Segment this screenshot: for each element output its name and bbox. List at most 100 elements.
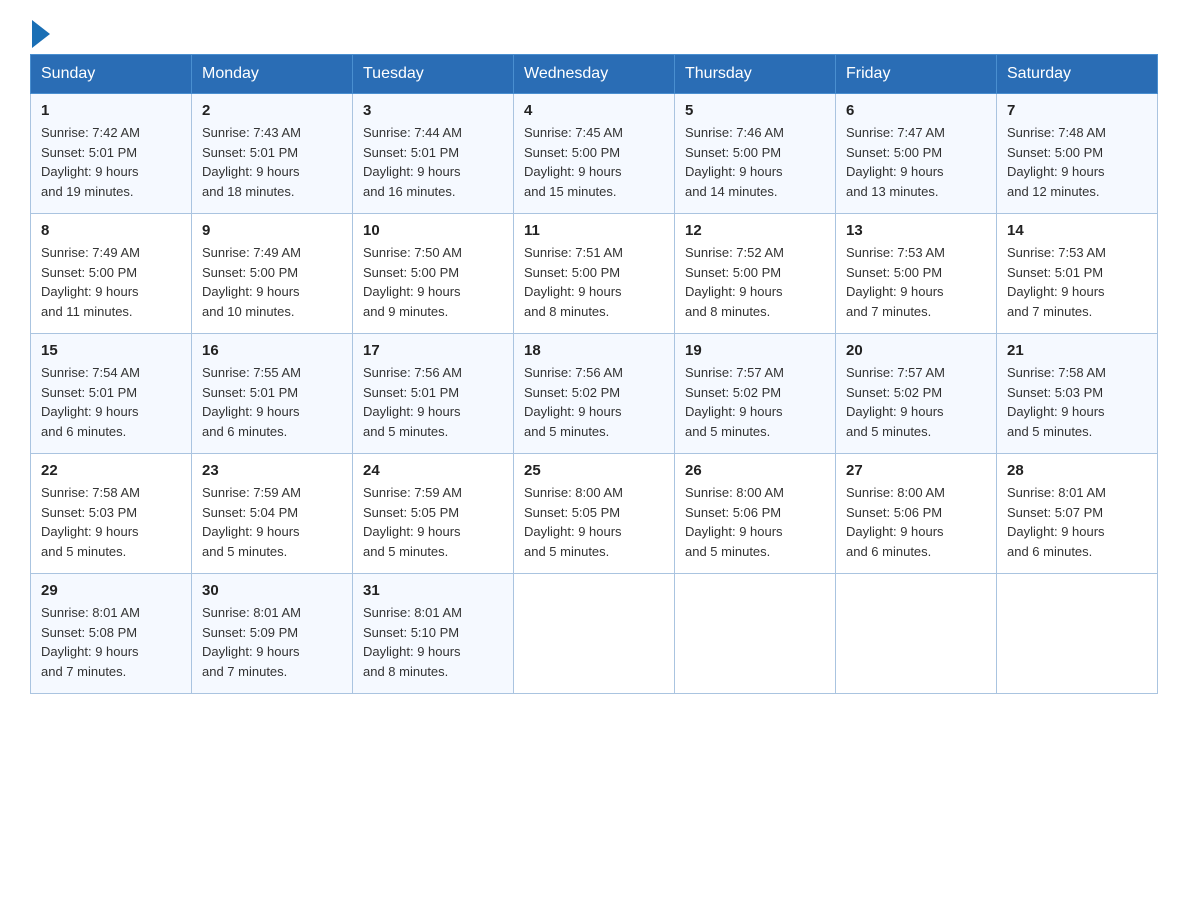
calendar-cell: 2 Sunrise: 7:43 AMSunset: 5:01 PMDayligh… (192, 94, 353, 214)
day-info: Sunrise: 7:54 AMSunset: 5:01 PMDaylight:… (41, 363, 181, 441)
day-number: 1 (41, 102, 181, 119)
day-info: Sunrise: 8:00 AMSunset: 5:06 PMDaylight:… (846, 483, 986, 561)
day-number: 10 (363, 222, 503, 239)
calendar-cell: 12 Sunrise: 7:52 AMSunset: 5:00 PMDaylig… (675, 214, 836, 334)
calendar-cell: 19 Sunrise: 7:57 AMSunset: 5:02 PMDaylig… (675, 334, 836, 454)
calendar-table: SundayMondayTuesdayWednesdayThursdayFrid… (30, 54, 1158, 694)
calendar-cell (675, 574, 836, 694)
day-number: 27 (846, 462, 986, 479)
calendar-cell: 26 Sunrise: 8:00 AMSunset: 5:06 PMDaylig… (675, 454, 836, 574)
calendar-cell: 4 Sunrise: 7:45 AMSunset: 5:00 PMDayligh… (514, 94, 675, 214)
calendar-cell: 14 Sunrise: 7:53 AMSunset: 5:01 PMDaylig… (997, 214, 1158, 334)
calendar-cell: 7 Sunrise: 7:48 AMSunset: 5:00 PMDayligh… (997, 94, 1158, 214)
day-number: 23 (202, 462, 342, 479)
calendar-cell: 21 Sunrise: 7:58 AMSunset: 5:03 PMDaylig… (997, 334, 1158, 454)
day-info: Sunrise: 7:56 AMSunset: 5:02 PMDaylight:… (524, 363, 664, 441)
page-header (30, 24, 1158, 44)
calendar-week-row: 22 Sunrise: 7:58 AMSunset: 5:03 PMDaylig… (31, 454, 1158, 574)
calendar-cell: 23 Sunrise: 7:59 AMSunset: 5:04 PMDaylig… (192, 454, 353, 574)
logo (30, 24, 50, 44)
calendar-week-row: 1 Sunrise: 7:42 AMSunset: 5:01 PMDayligh… (31, 94, 1158, 214)
day-number: 19 (685, 342, 825, 359)
day-number: 21 (1007, 342, 1147, 359)
day-number: 16 (202, 342, 342, 359)
day-number: 2 (202, 102, 342, 119)
day-number: 26 (685, 462, 825, 479)
day-info: Sunrise: 8:01 AMSunset: 5:07 PMDaylight:… (1007, 483, 1147, 561)
day-info: Sunrise: 7:46 AMSunset: 5:00 PMDaylight:… (685, 123, 825, 201)
calendar-cell: 22 Sunrise: 7:58 AMSunset: 5:03 PMDaylig… (31, 454, 192, 574)
day-info: Sunrise: 7:52 AMSunset: 5:00 PMDaylight:… (685, 243, 825, 321)
day-number: 8 (41, 222, 181, 239)
day-info: Sunrise: 7:44 AMSunset: 5:01 PMDaylight:… (363, 123, 503, 201)
day-number: 9 (202, 222, 342, 239)
calendar-cell: 9 Sunrise: 7:49 AMSunset: 5:00 PMDayligh… (192, 214, 353, 334)
calendar-cell (514, 574, 675, 694)
day-number: 13 (846, 222, 986, 239)
calendar-cell: 13 Sunrise: 7:53 AMSunset: 5:00 PMDaylig… (836, 214, 997, 334)
day-number: 20 (846, 342, 986, 359)
day-info: Sunrise: 7:58 AMSunset: 5:03 PMDaylight:… (1007, 363, 1147, 441)
day-number: 5 (685, 102, 825, 119)
day-info: Sunrise: 8:01 AMSunset: 5:08 PMDaylight:… (41, 603, 181, 681)
day-info: Sunrise: 7:56 AMSunset: 5:01 PMDaylight:… (363, 363, 503, 441)
day-number: 30 (202, 582, 342, 599)
col-header-friday: Friday (836, 55, 997, 94)
day-number: 29 (41, 582, 181, 599)
col-header-wednesday: Wednesday (514, 55, 675, 94)
calendar-cell: 6 Sunrise: 7:47 AMSunset: 5:00 PMDayligh… (836, 94, 997, 214)
day-info: Sunrise: 8:00 AMSunset: 5:05 PMDaylight:… (524, 483, 664, 561)
calendar-cell: 24 Sunrise: 7:59 AMSunset: 5:05 PMDaylig… (353, 454, 514, 574)
calendar-cell: 1 Sunrise: 7:42 AMSunset: 5:01 PMDayligh… (31, 94, 192, 214)
day-number: 14 (1007, 222, 1147, 239)
day-info: Sunrise: 7:49 AMSunset: 5:00 PMDaylight:… (202, 243, 342, 321)
calendar-cell: 31 Sunrise: 8:01 AMSunset: 5:10 PMDaylig… (353, 574, 514, 694)
day-info: Sunrise: 7:42 AMSunset: 5:01 PMDaylight:… (41, 123, 181, 201)
calendar-cell: 15 Sunrise: 7:54 AMSunset: 5:01 PMDaylig… (31, 334, 192, 454)
calendar-cell: 16 Sunrise: 7:55 AMSunset: 5:01 PMDaylig… (192, 334, 353, 454)
calendar-week-row: 8 Sunrise: 7:49 AMSunset: 5:00 PMDayligh… (31, 214, 1158, 334)
day-info: Sunrise: 7:57 AMSunset: 5:02 PMDaylight:… (846, 363, 986, 441)
day-number: 18 (524, 342, 664, 359)
day-info: Sunrise: 7:53 AMSunset: 5:01 PMDaylight:… (1007, 243, 1147, 321)
day-info: Sunrise: 7:59 AMSunset: 5:04 PMDaylight:… (202, 483, 342, 561)
day-number: 7 (1007, 102, 1147, 119)
calendar-header-row: SundayMondayTuesdayWednesdayThursdayFrid… (31, 55, 1158, 94)
day-info: Sunrise: 7:50 AMSunset: 5:00 PMDaylight:… (363, 243, 503, 321)
calendar-week-row: 15 Sunrise: 7:54 AMSunset: 5:01 PMDaylig… (31, 334, 1158, 454)
day-number: 3 (363, 102, 503, 119)
col-header-tuesday: Tuesday (353, 55, 514, 94)
day-info: Sunrise: 8:01 AMSunset: 5:09 PMDaylight:… (202, 603, 342, 681)
col-header-sunday: Sunday (31, 55, 192, 94)
day-number: 31 (363, 582, 503, 599)
calendar-cell (836, 574, 997, 694)
day-info: Sunrise: 7:43 AMSunset: 5:01 PMDaylight:… (202, 123, 342, 201)
calendar-cell: 5 Sunrise: 7:46 AMSunset: 5:00 PMDayligh… (675, 94, 836, 214)
day-number: 17 (363, 342, 503, 359)
day-number: 4 (524, 102, 664, 119)
day-number: 24 (363, 462, 503, 479)
day-info: Sunrise: 7:45 AMSunset: 5:00 PMDaylight:… (524, 123, 664, 201)
calendar-cell: 30 Sunrise: 8:01 AMSunset: 5:09 PMDaylig… (192, 574, 353, 694)
calendar-cell: 25 Sunrise: 8:00 AMSunset: 5:05 PMDaylig… (514, 454, 675, 574)
calendar-cell: 11 Sunrise: 7:51 AMSunset: 5:00 PMDaylig… (514, 214, 675, 334)
calendar-cell: 20 Sunrise: 7:57 AMSunset: 5:02 PMDaylig… (836, 334, 997, 454)
day-number: 28 (1007, 462, 1147, 479)
day-info: Sunrise: 7:59 AMSunset: 5:05 PMDaylight:… (363, 483, 503, 561)
day-info: Sunrise: 7:47 AMSunset: 5:00 PMDaylight:… (846, 123, 986, 201)
calendar-cell: 8 Sunrise: 7:49 AMSunset: 5:00 PMDayligh… (31, 214, 192, 334)
day-number: 12 (685, 222, 825, 239)
day-number: 6 (846, 102, 986, 119)
day-info: Sunrise: 7:51 AMSunset: 5:00 PMDaylight:… (524, 243, 664, 321)
calendar-cell: 18 Sunrise: 7:56 AMSunset: 5:02 PMDaylig… (514, 334, 675, 454)
calendar-cell: 17 Sunrise: 7:56 AMSunset: 5:01 PMDaylig… (353, 334, 514, 454)
col-header-monday: Monday (192, 55, 353, 94)
calendar-week-row: 29 Sunrise: 8:01 AMSunset: 5:08 PMDaylig… (31, 574, 1158, 694)
calendar-cell: 10 Sunrise: 7:50 AMSunset: 5:00 PMDaylig… (353, 214, 514, 334)
calendar-cell: 27 Sunrise: 8:00 AMSunset: 5:06 PMDaylig… (836, 454, 997, 574)
logo-arrow-icon (32, 20, 50, 48)
day-info: Sunrise: 7:55 AMSunset: 5:01 PMDaylight:… (202, 363, 342, 441)
day-info: Sunrise: 7:49 AMSunset: 5:00 PMDaylight:… (41, 243, 181, 321)
calendar-cell: 3 Sunrise: 7:44 AMSunset: 5:01 PMDayligh… (353, 94, 514, 214)
day-number: 15 (41, 342, 181, 359)
